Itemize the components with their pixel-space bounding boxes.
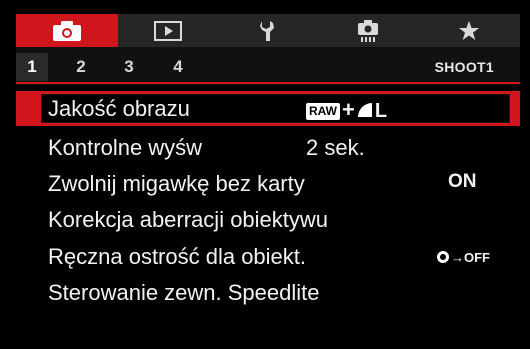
playback-icon	[154, 20, 182, 41]
raw-badge: RAW	[306, 103, 340, 120]
menu-item-release-without-card[interactable]: Zwolnij migawkę bez karty ON	[16, 166, 520, 201]
menu-item-value: →OFF	[436, 248, 490, 270]
tab-setup[interactable]	[218, 14, 318, 47]
custom-functions-icon	[358, 19, 378, 42]
menu-item-label: Ręczna ostrość dla obiekt.	[48, 244, 307, 269]
menu-item-manual-focus[interactable]: Ręczna ostrość dla obiekt. →OFF	[16, 239, 520, 274]
quality-fine-icon	[357, 103, 372, 117]
sub-tab-bar: 1 2 3 4 SHOOT1	[16, 47, 520, 85]
menu-item-label: Zwolnij migawkę bez karty	[48, 171, 305, 196]
menu-item-value: ON	[448, 171, 477, 192]
menu-item-label: Kontrolne wyśw	[48, 135, 203, 160]
menu-item-lens-aberration[interactable]: Korekcja aberracji obiektywu	[16, 202, 520, 237]
menu-item-value: RAW + L	[306, 97, 387, 123]
subtab-2[interactable]: 2	[65, 53, 97, 81]
top-tab-bar	[16, 14, 520, 47]
camera-icon	[53, 20, 81, 41]
subtab-1[interactable]: 1	[16, 53, 48, 81]
subtab-4[interactable]: 4	[162, 53, 194, 81]
menu-item-review[interactable]: Kontrolne wyśw 2 sek.	[16, 130, 520, 165]
subtab-3[interactable]: 3	[113, 53, 145, 81]
tab-shooting[interactable]	[16, 14, 118, 47]
plus-sign: +	[342, 97, 355, 122]
menu-item-image-quality[interactable]: Jakość obrazu RAW + L	[16, 91, 520, 126]
camera-menu-screen: 1 2 3 4 SHOOT1 Jakość obrazu RAW + L Kontr…	[0, 0, 530, 349]
menu-item-label: Sterowanie zewn. Speedlite	[48, 280, 320, 305]
wrench-icon	[260, 20, 274, 41]
menu-item-value: 2 sek.	[306, 135, 365, 160]
tab-playback[interactable]	[118, 14, 218, 47]
star-icon	[459, 20, 479, 40]
tab-custom-functions[interactable]	[318, 14, 418, 47]
section-label: SHOOT1	[434, 59, 494, 75]
menu-item-label: Jakość obrazu	[48, 96, 190, 121]
menu-item-label: Korekcja aberracji obiektywu	[48, 207, 329, 232]
quality-size-label: L	[374, 100, 388, 122]
lens-icon	[437, 251, 449, 263]
mf-off-label: →OFF	[451, 249, 490, 265]
menu-item-speedlite-control[interactable]: Sterowanie zewn. Speedlite	[16, 275, 520, 310]
tab-my-menu[interactable]	[418, 14, 520, 47]
tab-underline	[16, 82, 520, 84]
